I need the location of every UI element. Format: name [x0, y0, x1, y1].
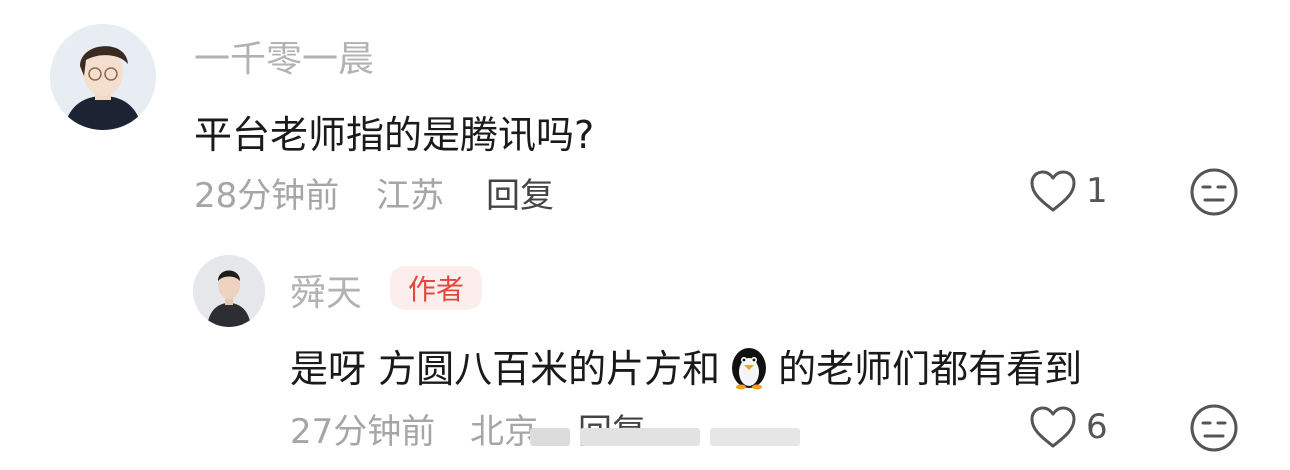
- comment-text: 平台老师指的是腾讯吗?: [194, 113, 595, 157]
- comment-like-button[interactable]: 1: [1028, 168, 1108, 214]
- reply-time: 27分钟前: [290, 412, 436, 452]
- commenter-username[interactable]: 一千零一晨: [194, 30, 374, 82]
- neutral-face-icon: [1190, 168, 1238, 216]
- author-badge: 作者: [390, 266, 483, 310]
- watermark: [520, 424, 810, 450]
- comment-location: 江苏: [376, 176, 444, 216]
- author-username[interactable]: 舜天: [290, 264, 362, 316]
- reply-text-after: 的老师们都有看到: [778, 347, 1083, 391]
- comment-reply-button[interactable]: 回复: [486, 168, 554, 217]
- reply-text-before: 是呀 方圆八百米的片方和: [290, 347, 721, 391]
- author-avatar[interactable]: [193, 255, 265, 327]
- heart-outline-icon: [1030, 170, 1076, 212]
- neutral-face-icon: [1190, 404, 1238, 452]
- penguin-icon: [724, 344, 774, 390]
- comment-dislike-button[interactable]: [1188, 166, 1240, 222]
- commenter-avatar-image: [50, 24, 156, 130]
- reply-like-button[interactable]: 6: [1028, 404, 1108, 450]
- reply-like-count: 6: [1086, 407, 1108, 447]
- commenter-avatar[interactable]: [50, 24, 156, 130]
- comment-time: 28分钟前: [194, 176, 340, 216]
- reply-dislike-button[interactable]: [1188, 402, 1240, 458]
- author-avatar-image: [193, 255, 265, 327]
- heart-outline-icon: [1030, 406, 1076, 448]
- reply-text: 是呀 方圆八百米的片方和 的老师们都有看到: [290, 338, 1082, 393]
- comment-like-count: 1: [1086, 171, 1108, 211]
